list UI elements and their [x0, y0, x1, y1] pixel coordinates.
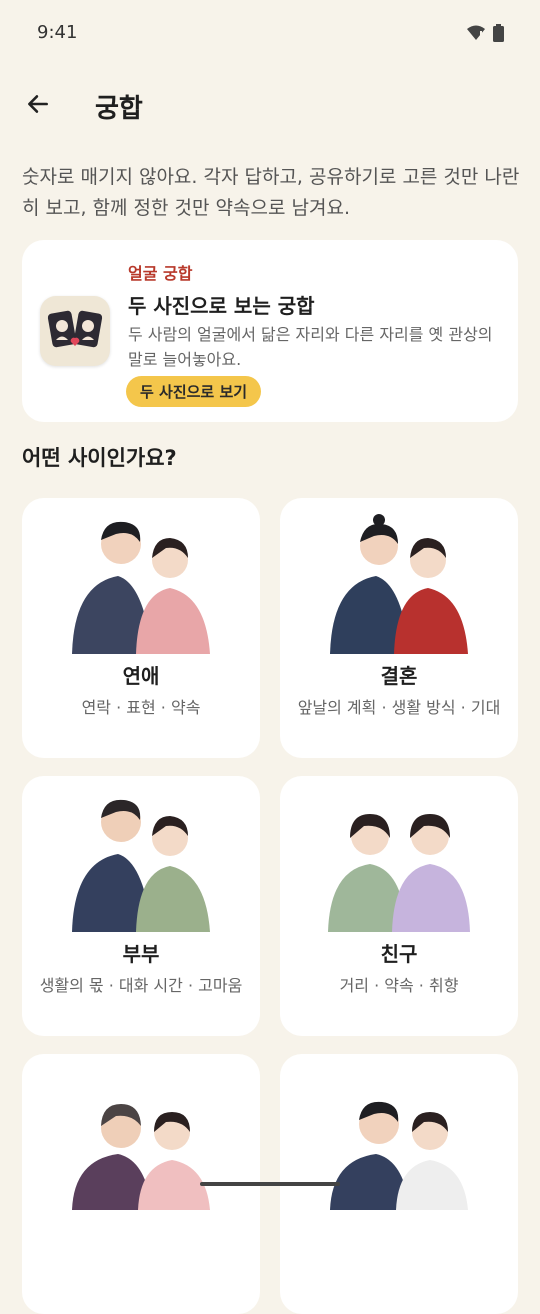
relation-card-spouses[interactable]: 부부 생활의 몫 · 대화 시간 · 고마움 [22, 776, 260, 1036]
relation-name: 연애 [122, 664, 160, 688]
status-icons [467, 24, 504, 42]
friends-illustration [328, 814, 470, 932]
status-time: 9:41 [37, 22, 78, 43]
relation-card-marriage[interactable]: 결혼 앞날의 계획 · 생활 방식 · 기대 [280, 498, 518, 758]
couple-wedding-illustration [330, 514, 468, 654]
face-card-description: 두 사람의 얼굴에서 닮은 자리와 다른 자리를 옛 관상의 말로 늘어놓아요. [128, 325, 493, 369]
section-heading: 어떤 사이인가요? [22, 446, 177, 470]
wifi-icon [467, 25, 485, 40]
relation-card-dating[interactable]: 연애 연락 · 표현 · 약속 [22, 498, 260, 758]
intro-text: 숫자로 매기지 않아요. 각자 답하고, 공유하기로 고른 것만 나란히 보고,… [22, 166, 520, 219]
page-title: 궁합 [95, 94, 143, 124]
back-button[interactable] [22, 88, 54, 120]
relation-subtitle: 거리 · 약속 · 취향 [339, 976, 459, 995]
face-compat-card[interactable]: 얼굴 궁합 두 사진으로 보는 궁합 두 사람의 얼굴에서 닮은 자리와 다른 … [22, 240, 518, 422]
status-bar: 9:41 [0, 0, 540, 66]
face-card-cta-button[interactable]: 두 사진으로 보기 [126, 376, 262, 407]
relation-name: 부부 [122, 942, 160, 966]
home-indicator[interactable] [200, 1182, 340, 1186]
face-card-eyebrow: 얼굴 궁합 [128, 264, 193, 283]
couple-illustration [330, 1101, 468, 1210]
arrow-left-icon [28, 95, 48, 113]
married-couple-illustration [72, 799, 210, 932]
app-header: 궁합 [0, 74, 540, 134]
relation-subtitle: 앞날의 계획 · 생활 방식 · 기대 [297, 698, 501, 717]
relation-name: 친구 [380, 942, 418, 966]
relation-card-friends[interactable]: 친구 거리 · 약속 · 취향 [280, 776, 518, 1036]
relation-subtitle: 연락 · 표현 · 약속 [81, 698, 201, 717]
relation-subtitle: 생활의 몫 · 대화 시간 · 고마움 [39, 976, 243, 995]
face-compat-icon [40, 296, 110, 366]
relation-name: 결혼 [380, 664, 418, 688]
battery-icon [493, 24, 504, 42]
parent-child-illustration [72, 1104, 210, 1210]
couple-dating-illustration [72, 521, 210, 654]
face-card-title: 두 사진으로 보는 궁합 [128, 294, 315, 318]
